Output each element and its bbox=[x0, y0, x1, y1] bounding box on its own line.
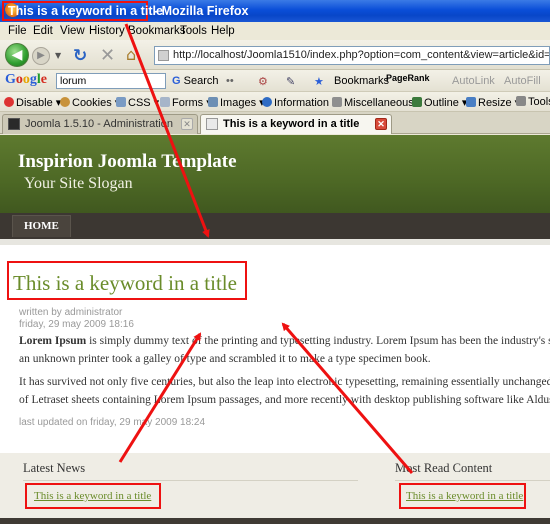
tab-label: Joomla 1.5.10 - Administration bbox=[25, 118, 173, 130]
resize-menu[interactable]: Resize ▾ bbox=[466, 96, 520, 109]
forms-menu[interactable]: Forms ▾ bbox=[160, 96, 212, 109]
page-favicon-icon bbox=[158, 50, 169, 61]
site-slogan: Your Site Slogan bbox=[24, 175, 133, 192]
tools-icon bbox=[516, 96, 526, 106]
outline-menu[interactable]: Outline ▾ bbox=[412, 96, 467, 109]
window-title-highlight: This is a keyword in a title bbox=[2, 1, 163, 21]
close-icon[interactable]: ✕ bbox=[181, 118, 193, 130]
css-menu[interactable]: CSS ▾ bbox=[116, 96, 159, 109]
resize-icon bbox=[466, 97, 476, 107]
article-updated: last updated on friday, 29 may 2009 18:2… bbox=[19, 417, 206, 428]
article-author: written by administrator bbox=[19, 307, 123, 318]
outline-icon bbox=[412, 97, 422, 107]
bookmarks-button[interactable]: Bookmarks bbox=[334, 75, 389, 87]
article-paragraph-1-line-1: Lorem Ipsum is simply dummy text of the … bbox=[19, 333, 550, 350]
site-title[interactable]: Inspirion Joomla Template bbox=[18, 151, 237, 173]
pagerank-button[interactable]: PageRank bbox=[386, 73, 430, 83]
article-paragraph-2-line-2: of Letraset sheets containing Lorem Ipsu… bbox=[19, 394, 550, 406]
article-paragraph-2-line-1: It has survived not only five centuries,… bbox=[19, 376, 550, 388]
page-bottom-strip bbox=[0, 518, 550, 524]
autofill-button[interactable]: AutoFill bbox=[504, 75, 541, 87]
page-favicon-icon bbox=[206, 118, 218, 130]
toolbar-gear-icon[interactable]: ⚙ bbox=[258, 75, 268, 88]
toolbar-separator-icon: •• bbox=[226, 75, 234, 87]
tab-current-page[interactable]: This is a keyword in a title ✕ bbox=[200, 114, 392, 134]
menu-bookmarks[interactable]: Bookmarks bbox=[128, 25, 186, 37]
disable-menu[interactable]: Disable ▾ bbox=[4, 96, 61, 109]
tab-administration[interactable]: Joomla 1.5.10 - Administration ✕ bbox=[2, 114, 198, 134]
latest-news-title: Latest News bbox=[23, 461, 86, 475]
article-title[interactable]: This is a keyword in a title bbox=[13, 271, 237, 296]
back-button[interactable]: ◀ bbox=[5, 43, 29, 67]
site-navigation: HOME bbox=[0, 213, 550, 239]
g-icon: G bbox=[172, 75, 181, 87]
information-icon bbox=[262, 97, 272, 107]
toolbar-tool-icon[interactable]: ✎ bbox=[286, 75, 295, 88]
menu-history[interactable]: History bbox=[89, 25, 125, 37]
tools-menu[interactable]: Tools bbox=[516, 96, 550, 108]
google-search-input[interactable]: lorum bbox=[56, 73, 166, 89]
google-toolbar: Google lorum G Search •• ⚙ ✎ ★ Bookmarks… bbox=[0, 70, 550, 92]
bottom-modules: Latest News This is a keyword in a title… bbox=[0, 453, 550, 524]
most-read-link[interactable]: This is a keyword in a title bbox=[406, 490, 523, 502]
site-header: Inspirion Joomla Template Your Site Slog… bbox=[0, 135, 550, 213]
address-bar[interactable]: http://localhost/Joomla1510/index.php?op… bbox=[154, 46, 550, 65]
reload-icon[interactable]: ↻ bbox=[73, 46, 87, 66]
tab-bar: Joomla 1.5.10 - Administration ✕ This is… bbox=[0, 112, 550, 134]
lorem-ipsum-bold: Lorem Ipsum bbox=[19, 335, 87, 347]
page-viewport: Inspirion Joomla Template Your Site Slog… bbox=[0, 135, 550, 524]
google-search-button[interactable]: G Search bbox=[172, 75, 218, 87]
article-date: friday, 29 may 2009 18:16 bbox=[19, 319, 134, 330]
latest-news-link[interactable]: This is a keyword in a title bbox=[34, 490, 151, 502]
menu-help[interactable]: Help bbox=[211, 25, 235, 37]
joomla-favicon-icon bbox=[8, 118, 20, 130]
autolink-button[interactable]: AutoLink bbox=[452, 75, 495, 87]
css-icon bbox=[116, 97, 126, 107]
most-read-title: Most Read Content bbox=[395, 461, 493, 475]
miscellaneous-icon bbox=[332, 97, 342, 107]
menu-file[interactable]: File bbox=[8, 25, 27, 37]
nav-home-link[interactable]: HOME bbox=[12, 215, 71, 237]
google-logo[interactable]: Google bbox=[5, 72, 47, 88]
cookies-menu[interactable]: Cookies ▾ bbox=[60, 96, 120, 109]
window-title-bar: This is a keyword in a title - Mozilla F… bbox=[0, 0, 550, 22]
home-icon[interactable]: ⌂ bbox=[126, 45, 136, 64]
miscellaneous-menu[interactable]: Miscellaneous ▾ bbox=[332, 96, 422, 109]
menu-bar: File Edit View History Bookmarks Tools H… bbox=[0, 22, 550, 40]
window-title-text: This is a keyword in a title bbox=[8, 4, 163, 18]
navigation-toolbar: ◀ ▶ ▼ ↻ ✕ ⌂ http://localhost/Joomla1510/… bbox=[0, 40, 550, 70]
close-icon[interactable]: ✕ bbox=[375, 118, 387, 130]
most-read-divider bbox=[395, 480, 550, 481]
menu-edit[interactable]: Edit bbox=[33, 25, 53, 37]
forward-button[interactable]: ▶ bbox=[32, 47, 50, 65]
p1-line1-text: is simply dummy text of the printing and… bbox=[86, 335, 550, 347]
menu-tools[interactable]: Tools bbox=[180, 25, 207, 37]
stop-icon[interactable]: ✕ bbox=[100, 45, 115, 66]
menu-view[interactable]: View bbox=[60, 25, 85, 37]
history-dropdown-icon[interactable]: ▼ bbox=[55, 51, 61, 60]
address-url: http://localhost/Joomla1510/index.php?op… bbox=[173, 49, 550, 61]
images-menu[interactable]: Images ▾ bbox=[208, 96, 265, 109]
article-paragraph-1-line-2: an unknown printer took a galley of type… bbox=[19, 353, 431, 365]
tab-label: This is a keyword in a title bbox=[223, 118, 360, 130]
information-menu[interactable]: Information ▾ bbox=[262, 96, 338, 109]
web-developer-toolbar: Disable ▾ Cookies ▾ CSS ▾ Forms ▾ Images… bbox=[0, 92, 550, 112]
forms-icon bbox=[160, 97, 170, 107]
disable-icon bbox=[4, 97, 14, 107]
images-icon bbox=[208, 97, 218, 107]
article-content: This is a keyword in a title written by … bbox=[0, 239, 550, 453]
window-title-app: - Mozilla Firefox bbox=[154, 4, 249, 18]
cookies-icon bbox=[60, 97, 70, 107]
latest-news-divider bbox=[23, 480, 358, 481]
star-icon[interactable]: ★ bbox=[314, 75, 324, 88]
